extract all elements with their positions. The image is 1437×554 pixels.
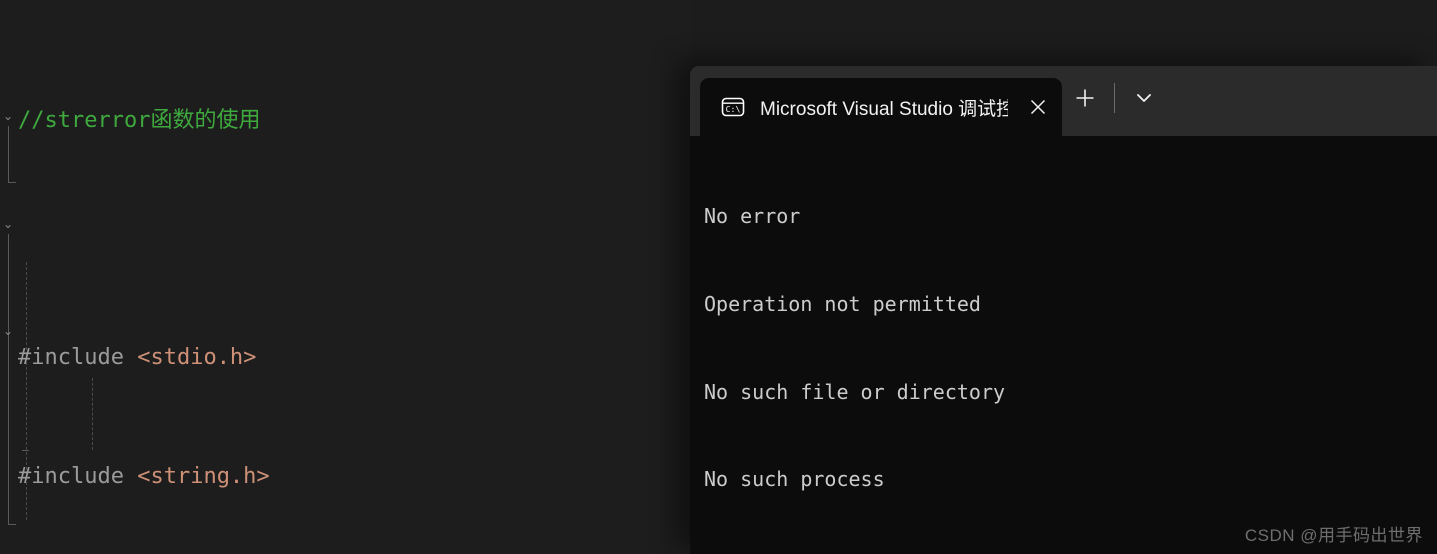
code-text[interactable]: //strerror函数的使用 #include <stdio.h> #incl…: [18, 0, 690, 554]
console-window[interactable]: C:\ Microsoft Visual Studio 调试控 No error…: [690, 66, 1437, 554]
code-line-include-stdio: #include <stdio.h>: [18, 338, 690, 378]
include-header: <string.h>: [137, 463, 270, 489]
close-icon[interactable]: [1018, 87, 1058, 127]
code-editor[interactable]: ⌄ ⌄ ⌄ //strerror函数的使用 #include <stdio.h>…: [0, 0, 690, 554]
fold-chevron-for[interactable]: ⌄: [1, 324, 15, 338]
console-line: Operation not permitted: [704, 292, 981, 316]
new-tab-icon[interactable]: [1062, 75, 1108, 121]
fold-bar-include: [8, 126, 9, 182]
fold-chevron-include[interactable]: ⌄: [1, 109, 15, 123]
screenshot-root: ⌄ ⌄ ⌄ //strerror函数的使用 #include <stdio.h>…: [0, 0, 1437, 554]
preprocessor-directive: #include: [18, 463, 124, 489]
console-output[interactable]: No error Operation not permitted No such…: [690, 136, 1437, 554]
editor-fold-gutter[interactable]: ⌄ ⌄ ⌄: [0, 0, 29, 554]
svg-text:C:\: C:\: [726, 104, 741, 114]
console-tab-active[interactable]: C:\ Microsoft Visual Studio 调试控: [700, 78, 1062, 136]
console-tab-actions[interactable]: [1062, 66, 1167, 136]
fold-foot-include: [8, 182, 16, 183]
fold-chevron-main[interactable]: ⌄: [1, 217, 15, 231]
fold-foot-main: [8, 524, 16, 525]
code-line-include-string: #include <string.h>: [18, 457, 690, 497]
preprocessor-directive: #include: [18, 345, 124, 370]
include-header: <stdio.h>: [137, 345, 257, 370]
comment-text: //strerror函数的使用: [18, 108, 261, 133]
console-line: No error: [704, 204, 801, 229]
toolbar-divider: [1114, 83, 1115, 113]
code-line-blank-1: [18, 220, 690, 260]
console-tab-strip[interactable]: C:\ Microsoft Visual Studio 调试控: [690, 66, 1062, 136]
code-line-comment: //strerror函数的使用: [18, 101, 690, 141]
chevron-down-icon[interactable]: [1121, 75, 1167, 121]
csdn-watermark: CSDN @用手码出世界: [1244, 526, 1423, 545]
terminal-icon: C:\: [720, 94, 746, 120]
console-line: No such file or directory: [704, 379, 1006, 404]
console-titlebar[interactable]: C:\ Microsoft Visual Studio 调试控: [690, 66, 1437, 136]
editor-scrollbar[interactable]: [676, 0, 690, 554]
console-tab-title: Microsoft Visual Studio 调试控: [760, 98, 1008, 120]
console-line: No such process: [704, 467, 885, 492]
fold-bar-main: [8, 234, 9, 524]
